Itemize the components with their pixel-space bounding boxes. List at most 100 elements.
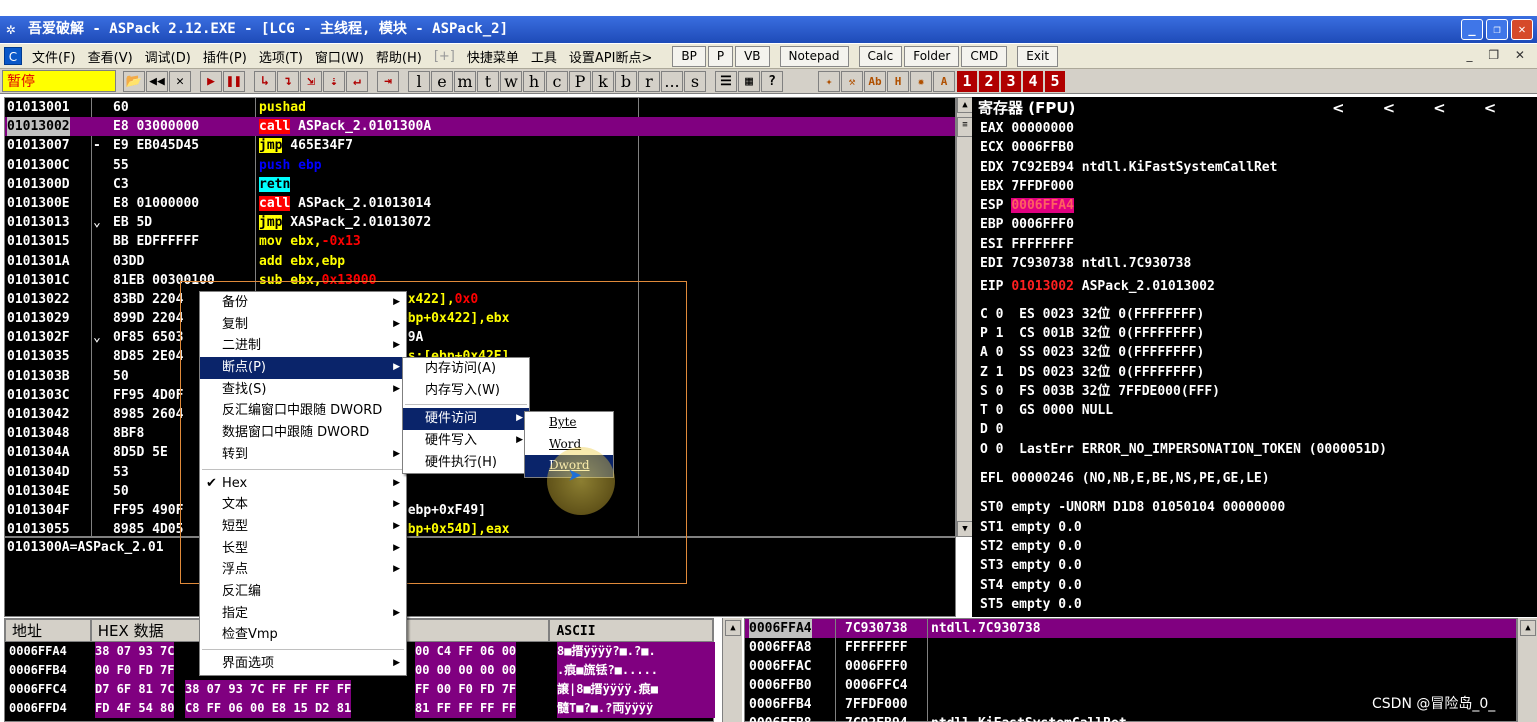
flag-line[interactable]: P 1 CS 001B 32位 0(FFFFFFFF) xyxy=(972,324,1537,343)
context-menu-item[interactable]: 界面选项 ▶ xyxy=(200,653,406,675)
context-menu-item[interactable]: 硬件写入 ▶ xyxy=(403,430,529,452)
maximize-button[interactable]: ❐ xyxy=(1486,19,1508,40)
efl-line[interactable]: EFL 00000246 (NO,NB,E,BE,NS,PE,GE,LE) xyxy=(972,469,1537,488)
register-nav-arrow[interactable]: < xyxy=(1383,99,1396,117)
open-icon[interactable]: 📂 xyxy=(123,70,145,92)
fpu-line[interactable]: ST5 empty 0.0 xyxy=(972,595,1537,614)
close-icon[interactable]: ✕ xyxy=(169,70,191,92)
fpu-line[interactable]: ST0 empty -UNORM D1D8 01050104 00000000 xyxy=(972,498,1537,517)
pause-icon[interactable]: ❚❚ xyxy=(223,70,245,92)
dump-scrollbar[interactable]: ▲ xyxy=(722,618,742,722)
dump-header-ascii[interactable]: ASCII xyxy=(549,619,713,642)
disasm-scrollbar[interactable]: ▲ ≡ ▼ xyxy=(956,97,973,537)
flag-line[interactable]: D 0 xyxy=(972,420,1537,439)
menu-button-p[interactable]: P xyxy=(707,45,734,67)
context-menu-item[interactable]: 查找(S) ▶ xyxy=(200,379,406,401)
flag-line[interactable]: O 0 LastErr ERROR_NO_IMPERSONATION_TOKEN… xyxy=(972,440,1537,459)
execute-till-return-icon[interactable]: ↵ xyxy=(346,70,368,92)
stack-row[interactable]: 0006FFA8 FFFFFFFF xyxy=(745,638,1516,657)
context-menu-item[interactable]: 数据窗口中跟随 DWORD xyxy=(200,422,406,444)
menu-item[interactable]: 工具 xyxy=(525,47,563,66)
ab-icon[interactable]: Ab xyxy=(864,70,886,92)
layout-button-3[interactable]: 3 xyxy=(1001,70,1021,92)
context-menu-item[interactable]: 二进制 ▶ xyxy=(200,335,406,357)
dump-row[interactable]: 0006FFD4 FD 4F 54 80 81 FF FF FF FF 髓T■?■.?… xyxy=(5,699,715,718)
disasm-row[interactable]: 01013013 ⌄ EB 5D jmp XASPack_2.01013072 xyxy=(5,213,955,232)
disasm-row[interactable]: 0101300D C3 retn xyxy=(5,175,955,194)
register-value[interactable]: 0006FFF0 xyxy=(1011,217,1074,232)
context-menu-item[interactable]: 检查Vmp xyxy=(200,624,406,646)
context-menu-item[interactable]: 短型 ▶ xyxy=(200,516,406,538)
register-line[interactable]: EBP 0006FFF0 xyxy=(972,215,1537,234)
scroll-thumb[interactable]: ≡ xyxy=(957,117,973,137)
app-menu-icon[interactable]: C xyxy=(4,47,22,65)
window-button-9[interactable]: b xyxy=(615,70,637,92)
register-line[interactable]: ESP 0006FFA4 xyxy=(972,196,1537,215)
window-button-11[interactable]: ... xyxy=(661,70,683,92)
disasm-row[interactable]: 01013001 60 pushad xyxy=(5,98,955,117)
context-menu-item[interactable]: 备份 ▶ xyxy=(200,292,406,314)
context-menu-item[interactable]: 复制 ▶ xyxy=(200,314,406,336)
register-value[interactable]: 0006FFB0 xyxy=(1011,140,1074,155)
register-value[interactable]: 7C92EB94 xyxy=(1011,160,1074,175)
scroll-up-icon[interactable]: ▲ xyxy=(957,97,973,113)
register-nav-arrow[interactable]: < xyxy=(1332,99,1345,117)
register-value[interactable]: FFFFFFFF xyxy=(1011,237,1074,252)
menu-item[interactable]: 快捷菜单 xyxy=(461,47,525,66)
context-menu-item[interactable]: 反汇编 xyxy=(200,581,406,603)
fpu-line[interactable]: ST1 empty 0.0 xyxy=(972,518,1537,537)
menu-item[interactable]: 文件(F) xyxy=(26,47,82,66)
menu-item[interactable]: 选项(T) xyxy=(253,47,309,66)
fpu-line[interactable]: ST4 empty 0.0 xyxy=(972,576,1537,595)
menu-item[interactable]: 调试(D) xyxy=(139,47,197,66)
minimize-button[interactable]: _ xyxy=(1461,19,1483,40)
list-icon[interactable]: ☰ xyxy=(715,70,737,92)
disasm-row[interactable]: 01013015 BB EDFFFFFF mov ebx,-0x13 xyxy=(5,232,955,251)
context-menu-item[interactable]: 浮点 ▶ xyxy=(200,559,406,581)
menu-item[interactable]: 插件(P) xyxy=(197,47,253,66)
help-icon[interactable]: ? xyxy=(761,70,783,92)
stack-scrollbar[interactable]: ▲ xyxy=(1517,618,1537,722)
register-nav-arrow[interactable]: < xyxy=(1484,99,1497,117)
window-button-5[interactable]: h xyxy=(523,70,545,92)
register-line[interactable]: ESI FFFFFFFF xyxy=(972,235,1537,254)
menu-item[interactable]: 帮助(H) xyxy=(370,47,428,66)
layout-button-1[interactable]: 1 xyxy=(957,70,977,92)
fpu-line[interactable]: ST2 empty 0.0 xyxy=(972,537,1537,556)
trace-into-icon[interactable]: ⇲ xyxy=(300,70,322,92)
context-menu-item[interactable]: 硬件访问 ▶ xyxy=(403,408,529,431)
context-menu-item[interactable]: 断点(P) ▶ xyxy=(200,357,406,379)
context-menu-item[interactable]: 内存访问(A) xyxy=(403,358,529,380)
flag-line[interactable]: S 0 FS 003B 32位 7FFDE000(FFF) xyxy=(972,382,1537,401)
window-button-12[interactable]: s xyxy=(684,70,706,92)
context-menu-item[interactable]: 长型 ▶ xyxy=(200,538,406,560)
register-value[interactable]: 00000000 xyxy=(1011,121,1074,136)
window-button-3[interactable]: t xyxy=(477,70,499,92)
context-menu-item[interactable]: 文本 ▶ xyxy=(200,494,406,516)
menu-item[interactable]: 窗口(W) xyxy=(309,47,370,66)
layout-button-4[interactable]: 4 xyxy=(1023,70,1043,92)
disasm-row[interactable]: 01013002 E8 03000000 call ASPack_2.0101300… xyxy=(5,117,955,137)
menu-button-bp[interactable]: BP xyxy=(672,45,706,67)
menu-button-exit[interactable]: Exit xyxy=(1017,45,1059,67)
dump-header-address[interactable]: 地址 xyxy=(5,619,91,642)
register-line[interactable]: EBX 7FFDF000 xyxy=(972,177,1537,196)
registers-pane[interactable]: 寄存器 (FPU) < < < < EAX 00000000 ECX 0006FFB0 E… xyxy=(972,97,1537,617)
stack-row[interactable]: 0006FFA4 7C930738 ntdll.7C930738 xyxy=(745,619,1516,638)
menu-button-notepad[interactable]: Notepad xyxy=(779,45,849,67)
context-menu-item[interactable]: 反汇编窗口中跟随 DWORD xyxy=(200,400,406,422)
step-over-icon[interactable]: ↴ xyxy=(277,70,299,92)
stack-row[interactable]: 0006FFAC 0006FFF0 xyxy=(745,657,1516,676)
window-button-10[interactable]: r xyxy=(638,70,660,92)
menu-button-calc[interactable]: Calc xyxy=(858,45,903,67)
register-line[interactable]: ECX 0006FFB0 xyxy=(972,138,1537,157)
context-menu-item[interactable]: 指定 ▶ xyxy=(200,603,406,625)
layout-button-2[interactable]: 2 xyxy=(979,70,999,92)
context-menu-item[interactable]: Byte xyxy=(525,412,613,434)
menu-button-cmd[interactable]: CMD xyxy=(961,45,1008,67)
menu-button-folder[interactable]: Folder xyxy=(904,45,960,67)
disasm-row[interactable]: 0101300E E8 01000000 call ASPack_2.0101301… xyxy=(5,194,955,213)
tool-icon[interactable]: ⚒ xyxy=(841,70,863,92)
register-value[interactable]: 0006FFA4 xyxy=(1011,198,1074,214)
window-button-7[interactable]: P xyxy=(569,70,591,92)
